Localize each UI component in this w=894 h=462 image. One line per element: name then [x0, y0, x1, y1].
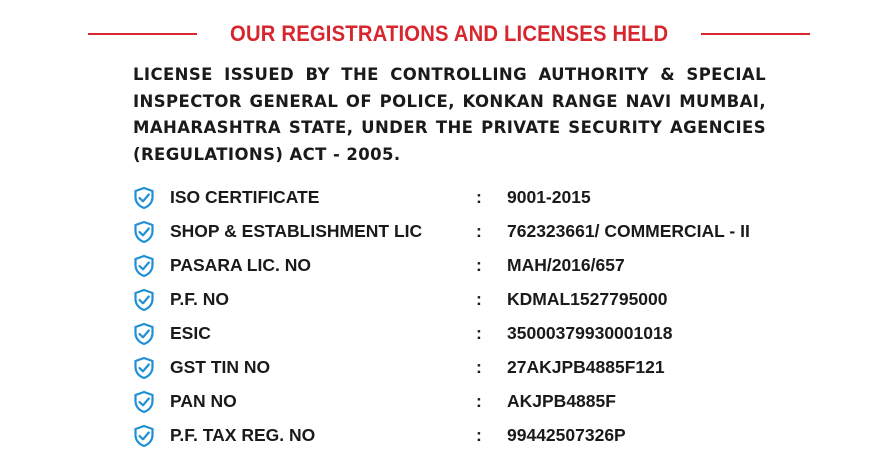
row-separator: : [476, 390, 482, 411]
license-statement: LICENSE ISSUED BY THE CONTROLLING AUTHOR… [133, 65, 766, 164]
shield-check-icon [134, 220, 154, 244]
row-separator: : [476, 254, 482, 275]
row-value: 27AKJPB4885F121 [507, 356, 665, 377]
list-item: P.F. TAX REG. NO : 99442507326P [133, 418, 833, 452]
row-separator: : [476, 288, 482, 309]
list-item: PASARA LIC. NO : MAH/2016/657 [133, 248, 833, 282]
row-label: P.F. NO [170, 288, 230, 309]
section-title: OUR REGISTRATIONS AND LICENSES HELD [229, 21, 669, 46]
row-label: PASARA LIC. NO [170, 254, 311, 275]
row-value: AKJPB4885F [507, 390, 616, 411]
row-label: ESIC [170, 322, 211, 343]
row-label: SHOP & ESTABLISHMENT LIC [170, 220, 423, 241]
row-label: ISO CERTIFICATE [170, 186, 320, 207]
shield-check-icon [134, 356, 154, 380]
shield-check-icon [134, 186, 154, 210]
row-value: MAH/2016/657 [507, 254, 625, 275]
shield-check-icon [134, 288, 154, 312]
row-separator: : [476, 220, 482, 241]
list-item: SHOP & ESTABLISHMENT LIC : 762323661/ CO… [133, 214, 833, 248]
list-item: ESIC : 35000379930001018 [133, 316, 833, 350]
list-item: ISO CERTIFICATE : 9001-2015 [133, 180, 833, 214]
row-separator: : [476, 322, 482, 343]
row-separator: : [476, 424, 482, 445]
shield-check-icon [134, 390, 154, 414]
row-separator: : [476, 186, 482, 207]
row-label: PAN NO [170, 390, 237, 411]
row-value: 99442507326P [507, 424, 626, 445]
row-value: KDMAL1527795000 [507, 288, 668, 309]
heading-rule-right [701, 33, 811, 35]
section-heading: OUR REGISTRATIONS AND LICENSES HELD [88, 18, 811, 50]
shield-check-icon [134, 322, 154, 346]
row-label: GST TIN NO [170, 356, 271, 377]
list-item: GST TIN NO : 27AKJPB4885F121 [133, 350, 833, 384]
shield-check-icon [134, 254, 154, 278]
row-value: 762323661/ COMMERCIAL - II [507, 220, 750, 241]
list-item: PAN NO : AKJPB4885F [133, 384, 833, 418]
row-separator: : [476, 356, 482, 377]
list-item: P.F. NO : KDMAL1527795000 [133, 282, 833, 316]
row-label: P.F. TAX REG. NO [170, 424, 316, 445]
registrations-list: ISO CERTIFICATE : 9001-2015 SHOP & ESTAB… [133, 180, 833, 452]
shield-check-icon [134, 424, 154, 448]
row-value: 35000379930001018 [507, 322, 673, 343]
row-value: 9001-2015 [507, 186, 591, 207]
heading-rule-left [88, 33, 197, 35]
